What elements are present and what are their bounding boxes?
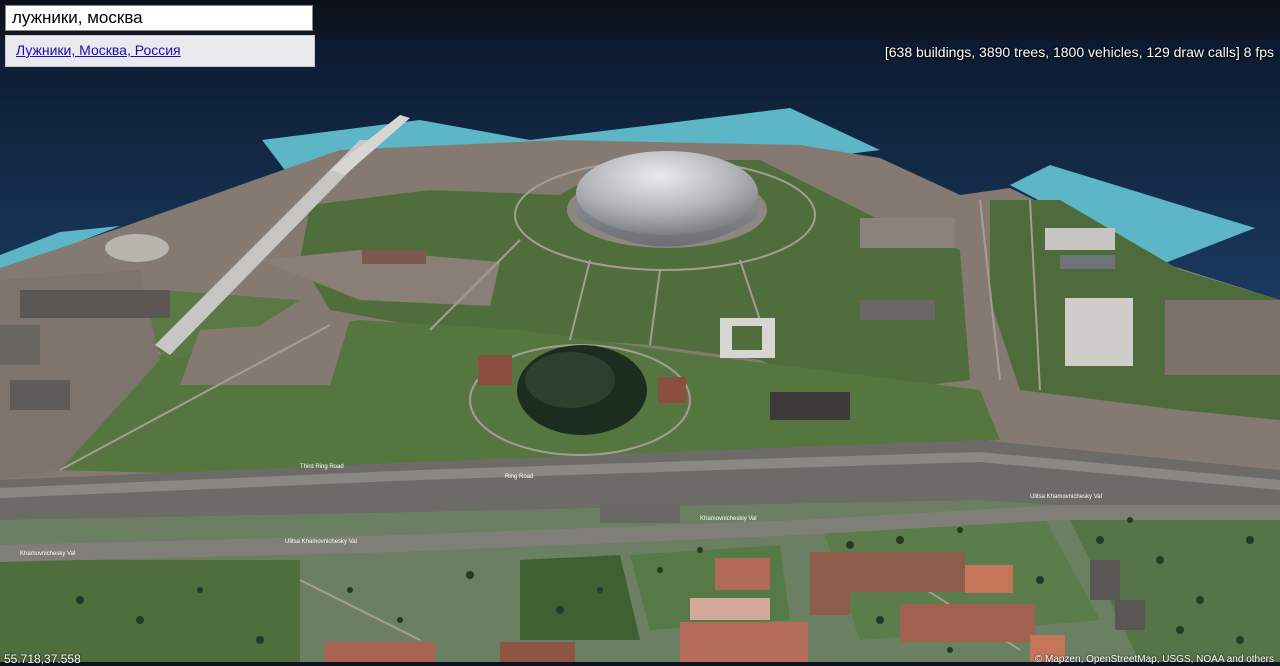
stadium-dome[interactable] [576, 151, 758, 235]
building [362, 250, 426, 264]
building [1090, 560, 1120, 600]
building [860, 218, 955, 248]
building [690, 598, 770, 620]
road-label-ring-road: Ring Road [505, 474, 533, 480]
building [325, 642, 435, 662]
coordinates-readout: 55.718,37.558 [4, 652, 81, 666]
building [600, 505, 680, 523]
building [810, 555, 850, 615]
building [658, 377, 686, 403]
forest-patch-highlight [525, 352, 615, 408]
road-label-ulitsa: Ulitsa Khamovnichesky Val [285, 539, 357, 545]
building [1115, 600, 1145, 630]
building [900, 604, 1035, 642]
search-suggestions: Лужники, Москва, Россия [5, 35, 315, 67]
map-3d-view[interactable]: Third Ring Road Ring Road Khamovnichesky… [0, 0, 1280, 662]
south-grass-1 [0, 560, 300, 662]
suggestion-item-luzhniki[interactable]: Лужники, Москва, Россия [16, 42, 181, 58]
search-input[interactable] [5, 5, 313, 31]
road-label-ulitsa-east: Ulitsa Khamovnichesky Val [1030, 494, 1102, 500]
building [500, 642, 575, 662]
building [1060, 255, 1115, 269]
building [0, 325, 40, 365]
building-round-west [105, 234, 169, 262]
building [770, 392, 850, 420]
road-label-khamovnicheskiy: Khamovnicheskiy Val [700, 516, 757, 522]
map-attribution[interactable]: © Mapzen, OpenStreetMap, USGS, NOAA and … [1035, 654, 1274, 665]
building [1165, 300, 1280, 375]
building [10, 380, 70, 410]
building [680, 622, 808, 662]
building [1045, 228, 1115, 250]
parking-lot-2 [180, 320, 350, 385]
building [732, 326, 762, 350]
building [478, 355, 512, 385]
road-label-third-ring: Third Ring Road [300, 464, 344, 470]
building [1065, 298, 1133, 366]
building [715, 558, 770, 590]
render-stats: [638 buildings, 3890 trees, 1800 vehicle… [884, 44, 1274, 60]
building [965, 565, 1013, 593]
road-label-khamovnichesky: Khamovnichesky Val [20, 551, 75, 557]
south-grass-2 [520, 555, 640, 640]
building [860, 300, 935, 320]
building [20, 290, 170, 318]
